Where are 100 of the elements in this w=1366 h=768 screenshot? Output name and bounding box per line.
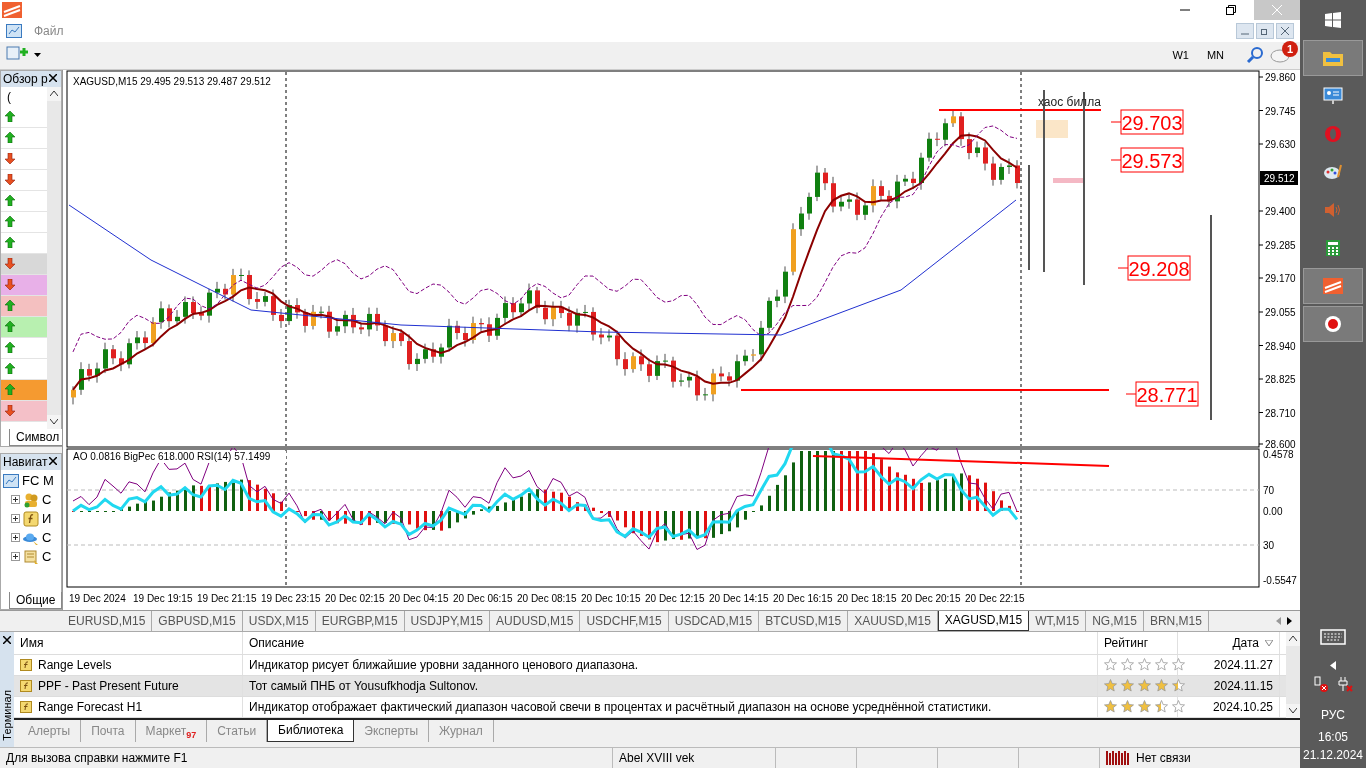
connection-status: Нет связи (1136, 751, 1191, 765)
date-text: 2024.10.25 (1212, 699, 1273, 714)
symbol-row[interactable] (1, 316, 47, 338)
chevron-up-icon[interactable] (50, 91, 58, 97)
price-level-label: 29.573 (1120, 147, 1184, 173)
chart-tab[interactable]: USDX,M15 (242, 610, 316, 631)
indicator-axis-label: -0.5547 (1263, 574, 1297, 586)
chart-tab[interactable]: EURGBP,M15 (315, 610, 405, 631)
minimize-button[interactable] (1236, 22, 1254, 39)
chart-tab[interactable]: BRN,M15 (1143, 610, 1209, 631)
scroll-right-icon[interactable] (1287, 616, 1292, 625)
time-axis-label: 20 Dec 16:15 (773, 592, 833, 604)
restore-icon[interactable] (1226, 5, 1236, 15)
clock[interactable]: 16:05 21.12.2024 (1302, 728, 1364, 764)
timeframe-button[interactable]: W1 (1166, 47, 1195, 64)
tree-item[interactable]: С (42, 492, 52, 508)
tree-item[interactable]: С (42, 530, 52, 546)
chevron-up-icon[interactable] (1289, 636, 1297, 641)
sort-icon[interactable] (1265, 639, 1273, 646)
show-hidden-icons-icon[interactable] (1330, 661, 1336, 670)
chart-tab[interactable]: XAUUSD,M15 (848, 610, 938, 631)
price-level-label: 29.703 (1120, 109, 1184, 135)
library-row[interactable]: Range Forecast H1 Индикатор отображает фактический диапазон часовой свечи в процентах и расчётный диапазон на основе усреднённой статистики. 2024.10.25 (14, 696, 1286, 718)
price-axis-label: 28.825 (1265, 373, 1296, 385)
time-axis-label: 20 Dec 08:15 (517, 592, 577, 604)
column-header[interactable]: Имя (14, 631, 243, 654)
chart-tab[interactable]: AUDUSD,M15 (490, 610, 581, 631)
chart-tab[interactable]: USDCAD,M15 (668, 610, 760, 631)
chart-tab[interactable]: WT,M15 (1029, 610, 1087, 631)
symbol-row[interactable] (1, 295, 47, 317)
notification-badge: 1 (1282, 41, 1298, 58)
close-button[interactable] (49, 456, 59, 467)
chart-tab[interactable]: EURUSD,M15 (62, 610, 153, 631)
search-icon[interactable] (1246, 46, 1264, 65)
price-axis-label: 29.745 (1265, 105, 1296, 117)
scroll-down-button[interactable] (1286, 703, 1300, 718)
scroll-left-icon[interactable] (1276, 616, 1281, 625)
scroll-down-button[interactable] (47, 414, 61, 429)
expand-toggle[interactable] (11, 533, 20, 543)
app-logo-icon[interactable] (1303, 268, 1363, 304)
description-text: Индикатор отображает фактический диапазон часовой свечи в процентах и расчётный диапазон на основе усреднённой статистики. (249, 699, 992, 714)
column-header: ( (7, 89, 11, 104)
panel-tab[interactable]: Общие (9, 591, 63, 609)
price-axis-label: 29.170 (1265, 272, 1296, 284)
plug-error-icon[interactable] (1337, 676, 1353, 692)
chart-tab[interactable]: BTCUSD,M15 (759, 610, 849, 631)
indicator-axis-label: 0.4578 (1263, 448, 1294, 460)
menu-item[interactable]: Файл (30, 23, 68, 38)
chevron-down-icon[interactable] (50, 419, 58, 425)
keyboard-icon[interactable] (1320, 629, 1346, 645)
chart-tab[interactable]: USDCHF,M15 (580, 610, 669, 631)
expand-toggle[interactable] (11, 552, 20, 562)
chart-tab[interactable]: NG,M15 (1086, 610, 1144, 631)
symbol-row[interactable] (1, 274, 47, 296)
tree-item[interactable]: С (42, 549, 52, 565)
time-axis-label: 19 Dec 21:15 (197, 592, 257, 604)
indicator-icon (20, 679, 32, 692)
library-row[interactable]: PPF - Past Present Future Тот самый ПНБ от Yousufkhodja Sultonov. 2024.11.15 (14, 675, 1286, 697)
chevron-down-icon[interactable] (1289, 708, 1297, 713)
connection-bars-icon (1106, 751, 1132, 765)
network-error-icon[interactable] (1313, 676, 1329, 692)
windows-icon[interactable] (1325, 12, 1341, 28)
price-axis-label: 28.600 (1265, 438, 1296, 448)
close-icon[interactable] (3, 635, 11, 644)
symbol-row[interactable] (1, 253, 47, 275)
indicator-name: Range Levels (38, 657, 112, 672)
tree-item[interactable]: FC M (22, 473, 54, 489)
expand-toggle[interactable] (11, 514, 20, 524)
status-text: Для вызова справки нажмите F1 (6, 751, 188, 765)
column-header[interactable]: Дата (1178, 631, 1280, 654)
caret-icon[interactable] (34, 53, 41, 58)
time-axis-label: 20 Dec 14:15 (709, 592, 769, 604)
terminal-tab[interactable]: Библиотека (267, 719, 355, 742)
language-indicator[interactable]: РУС (1321, 708, 1345, 722)
chart-tab[interactable]: XAGUSD,M15 (937, 610, 1030, 631)
library-row[interactable]: Range Levels Индикатор рисует ближайшие уровни заданного ценового диапазона. 2024.11.27 (14, 654, 1286, 676)
chart-header: XAGUSD,M15 29.495 29.513 29.487 29.512 (73, 75, 271, 87)
time-axis-label: 20 Dec 12:15 (645, 592, 705, 604)
price-axis-label: 29.055 (1265, 306, 1296, 318)
time-axis-label: 19 Dec 2024 (69, 592, 126, 604)
symbol-row[interactable] (1, 379, 47, 401)
tree-item[interactable]: И (42, 511, 52, 527)
scrollbar[interactable] (47, 86, 61, 429)
expand-toggle[interactable] (11, 495, 20, 505)
price-level-label: 29.208 (1127, 255, 1191, 281)
symbol-row[interactable] (1, 400, 47, 422)
price-axis-label: 28.940 (1265, 340, 1296, 352)
profile-name: Abel XVIII vek (619, 751, 695, 765)
terminal-label: Терминал (1, 690, 13, 741)
column-header[interactable]: Описание (243, 631, 1098, 654)
scrollbar[interactable] (1286, 631, 1300, 718)
date-text: 2024.11.15 (1213, 678, 1273, 693)
close-button[interactable] (49, 73, 59, 84)
time-axis-label: 20 Dec 22:15 (965, 592, 1025, 604)
column-header[interactable]: Рейтинг (1098, 631, 1178, 654)
timeframe-button[interactable]: MN (1200, 47, 1230, 64)
scroll-up-button[interactable] (1286, 631, 1300, 646)
chart-tab[interactable]: GBPUSD,M15 (152, 610, 243, 631)
chart-tab[interactable]: USDJPY,M15 (404, 610, 491, 631)
record-icon[interactable] (1303, 306, 1363, 342)
